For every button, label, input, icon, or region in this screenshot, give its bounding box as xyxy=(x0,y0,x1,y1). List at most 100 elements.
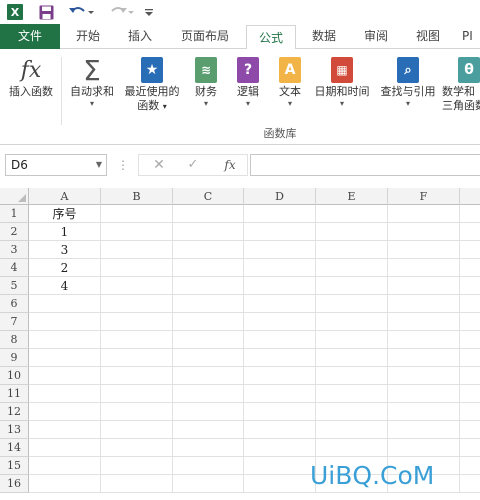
cell-b11[interactable] xyxy=(101,385,173,403)
cell-b4[interactable] xyxy=(101,259,173,277)
cell-d9[interactable] xyxy=(244,349,316,367)
cell-partial[interactable] xyxy=(460,403,480,421)
cell-d4[interactable] xyxy=(244,259,316,277)
enter-icon[interactable]: ✓ xyxy=(183,155,203,175)
chevron-down-icon[interactable]: ▼ xyxy=(96,155,102,175)
cell-c13[interactable] xyxy=(173,421,244,439)
cell-partial[interactable] xyxy=(460,367,480,385)
financial-button[interactable]: ≋ 财务 ▾ xyxy=(186,53,226,133)
column-header-c[interactable]: C xyxy=(173,188,244,205)
cell-d16[interactable] xyxy=(244,475,316,493)
cell-a14[interactable] xyxy=(29,439,101,457)
row-header-10[interactable]: 10 xyxy=(0,367,29,385)
cell-d5[interactable] xyxy=(244,277,316,295)
cell-e8[interactable] xyxy=(316,331,388,349)
cell-c9[interactable] xyxy=(173,349,244,367)
row-header-2[interactable]: 2 xyxy=(0,223,29,241)
row-header-9[interactable]: 9 xyxy=(0,349,29,367)
cell-c4[interactable] xyxy=(173,259,244,277)
cell-e10[interactable] xyxy=(316,367,388,385)
cell-b2[interactable] xyxy=(101,223,173,241)
column-header-a[interactable]: A xyxy=(29,188,101,205)
tab-home[interactable]: 开始 xyxy=(66,24,110,49)
column-header-e[interactable]: E xyxy=(316,188,388,205)
row-header-5[interactable]: 5 xyxy=(0,277,29,295)
cell-b7[interactable] xyxy=(101,313,173,331)
cell-b5[interactable] xyxy=(101,277,173,295)
cell-c2[interactable] xyxy=(173,223,244,241)
cell-d11[interactable] xyxy=(244,385,316,403)
cell-e13[interactable] xyxy=(316,421,388,439)
row-header-14[interactable]: 14 xyxy=(0,439,29,457)
cell-d8[interactable] xyxy=(244,331,316,349)
cell-a1[interactable]: 序号 xyxy=(29,205,101,223)
redo-button[interactable] xyxy=(106,2,136,22)
cell-a5[interactable]: 4 xyxy=(29,277,101,295)
formula-input[interactable] xyxy=(250,154,480,176)
name-box[interactable]: D6 ▼ xyxy=(5,154,107,176)
cell-d7[interactable] xyxy=(244,313,316,331)
cell-partial[interactable] xyxy=(460,223,480,241)
cell-partial[interactable] xyxy=(460,421,480,439)
cell-a11[interactable] xyxy=(29,385,101,403)
cell-d13[interactable] xyxy=(244,421,316,439)
cell-a3[interactable]: 3 xyxy=(29,241,101,259)
row-header-4[interactable]: 4 xyxy=(0,259,29,277)
cell-e14[interactable] xyxy=(316,439,388,457)
column-header-f[interactable]: F xyxy=(388,188,460,205)
recent-functions-button[interactable]: ★ 最近使用的 函数 ▾ xyxy=(120,53,184,133)
cell-b12[interactable] xyxy=(101,403,173,421)
insert-function-button[interactable]: fx 插入函数 xyxy=(2,53,60,133)
tab-view[interactable]: 视图 xyxy=(406,24,450,49)
cell-f10[interactable] xyxy=(388,367,460,385)
cell-f13[interactable] xyxy=(388,421,460,439)
cell-e3[interactable] xyxy=(316,241,388,259)
cell-f5[interactable] xyxy=(388,277,460,295)
tab-review[interactable]: 审阅 xyxy=(354,24,398,49)
cell-a12[interactable] xyxy=(29,403,101,421)
cell-partial[interactable] xyxy=(460,259,480,277)
tab-insert[interactable]: 插入 xyxy=(118,24,162,49)
cell-partial[interactable] xyxy=(460,349,480,367)
cell-e5[interactable] xyxy=(316,277,388,295)
cell-c6[interactable] xyxy=(173,295,244,313)
cell-partial[interactable] xyxy=(460,205,480,223)
cell-c10[interactable] xyxy=(173,367,244,385)
cell-b16[interactable] xyxy=(101,475,173,493)
tab-formulas[interactable]: 公式 xyxy=(246,25,296,50)
cell-f3[interactable] xyxy=(388,241,460,259)
column-header-d[interactable]: D xyxy=(244,188,316,205)
cell-b10[interactable] xyxy=(101,367,173,385)
logical-button[interactable]: ? 逻辑 ▾ xyxy=(228,53,268,133)
datetime-button[interactable]: ▦ 日期和时间 ▾ xyxy=(310,53,374,133)
column-header-partial[interactable] xyxy=(460,188,480,205)
cell-c1[interactable] xyxy=(173,205,244,223)
row-header-15[interactable]: 15 xyxy=(0,457,29,475)
cell-b14[interactable] xyxy=(101,439,173,457)
cell-e9[interactable] xyxy=(316,349,388,367)
cell-a13[interactable] xyxy=(29,421,101,439)
cell-a9[interactable] xyxy=(29,349,101,367)
cell-c3[interactable] xyxy=(173,241,244,259)
cell-f7[interactable] xyxy=(388,313,460,331)
cell-e2[interactable] xyxy=(316,223,388,241)
cell-d2[interactable] xyxy=(244,223,316,241)
cell-b1[interactable] xyxy=(101,205,173,223)
cell-partial[interactable] xyxy=(460,439,480,457)
row-header-3[interactable]: 3 xyxy=(0,241,29,259)
cell-c12[interactable] xyxy=(173,403,244,421)
cell-f2[interactable] xyxy=(388,223,460,241)
cell-d6[interactable] xyxy=(244,295,316,313)
cell-f9[interactable] xyxy=(388,349,460,367)
cell-f6[interactable] xyxy=(388,295,460,313)
row-header-16[interactable]: 16 xyxy=(0,475,29,493)
formula-bar-resize-handle[interactable]: ⋮ xyxy=(117,154,129,176)
cell-d3[interactable] xyxy=(244,241,316,259)
cell-f12[interactable] xyxy=(388,403,460,421)
column-header-b[interactable]: B xyxy=(101,188,173,205)
undo-button[interactable] xyxy=(66,2,96,22)
cell-d12[interactable] xyxy=(244,403,316,421)
cell-c16[interactable] xyxy=(173,475,244,493)
select-all-button[interactable] xyxy=(0,188,29,205)
cell-c8[interactable] xyxy=(173,331,244,349)
